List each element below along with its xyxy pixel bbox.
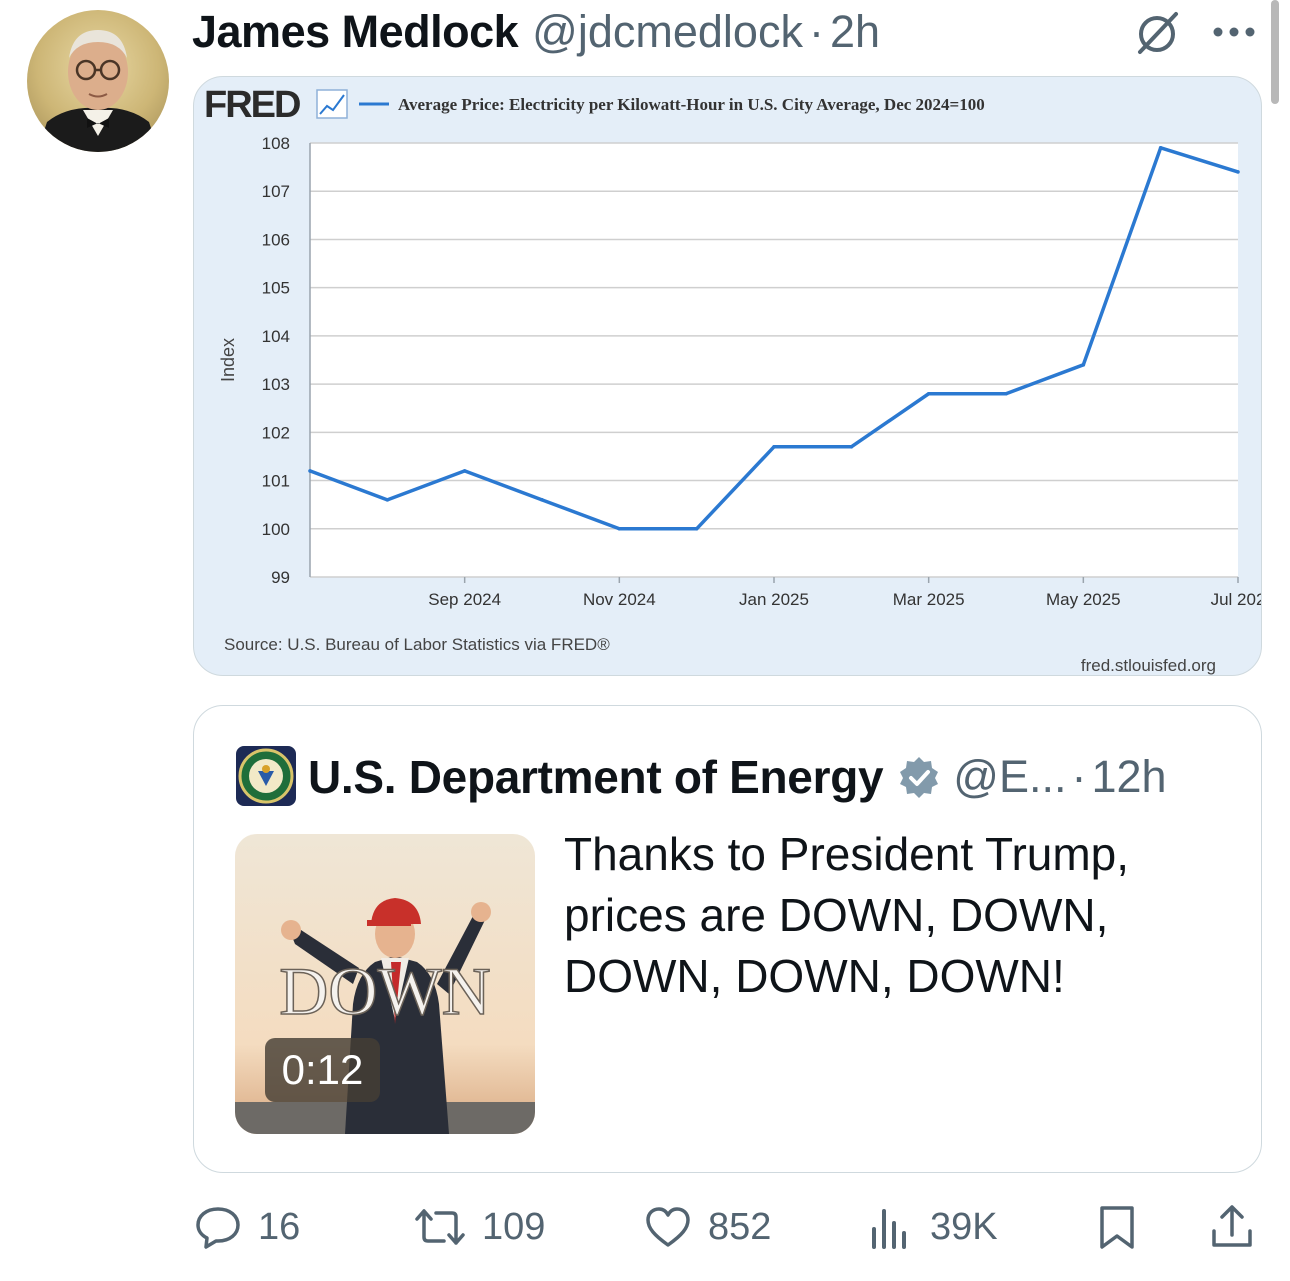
views-button[interactable]: 39K [866, 1195, 998, 1259]
grok-icon[interactable] [1132, 10, 1182, 56]
video-thumbnail[interactable]: DOWN 0:12 [235, 834, 535, 1134]
reply-button[interactable]: 16 [194, 1195, 300, 1259]
repost-icon [415, 1209, 465, 1245]
quoted-time[interactable]: 12h [1091, 751, 1166, 803]
chart-source: Source: U.S. Bureau of Labor Statistics … [224, 635, 610, 654]
x-tick-label: Jul 202 [1211, 590, 1262, 609]
y-tick-label: 99 [271, 568, 290, 587]
more-icon[interactable] [1210, 14, 1258, 50]
share-icon [1212, 1205, 1252, 1247]
fred-chart: FRED Average Price: Electricity per Kilo… [204, 84, 1262, 675]
verified-badge-icon[interactable] [897, 755, 941, 799]
repost-button[interactable]: 109 [414, 1195, 545, 1259]
author-name[interactable]: James Medlock [192, 6, 519, 58]
data-point [772, 445, 776, 449]
x-tick-label: Nov 2024 [583, 590, 656, 609]
y-axis-label: Index [218, 338, 238, 382]
data-point [385, 498, 390, 502]
data-point [462, 469, 467, 473]
reply-icon [196, 1207, 240, 1249]
tweet-action-bar: 16 109 852 39K [0, 1195, 1290, 1259]
quoted-tweet-text: Thanks to President Trump, prices are DO… [564, 828, 1130, 1002]
bookmark-button[interactable] [1093, 1195, 1141, 1259]
y-tick-label: 105 [262, 279, 290, 298]
y-tick-label: 106 [262, 230, 290, 249]
doe-seal-icon[interactable] [236, 746, 296, 806]
data-point [617, 526, 622, 531]
quoted-author-name[interactable]: U.S. Department of Energy [308, 750, 884, 804]
bookmark-icon [1100, 1206, 1134, 1249]
chart-url: fred.stlouisfed.org [1081, 656, 1216, 675]
x-tick-label: Mar 2025 [893, 590, 965, 609]
y-tick-label: 100 [262, 520, 290, 539]
views-icon [872, 1209, 906, 1249]
plot-area [310, 143, 1238, 577]
author-avatar[interactable] [27, 10, 169, 152]
video-caption: DOWN [279, 953, 491, 1029]
fred-brand: FRED [204, 84, 300, 126]
reply-count: 16 [258, 1205, 301, 1248]
x-tick-label: May 2025 [1046, 590, 1121, 609]
separator-dot: · [1071, 751, 1087, 802]
quoted-author-handle[interactable]: @E... [953, 751, 1066, 803]
scrollbar[interactable] [1271, 0, 1279, 104]
y-tick-label: 107 [262, 182, 290, 201]
author-handle[interactable]: @jdcmedlock [532, 6, 803, 58]
tweet-time[interactable]: 2h [830, 6, 880, 58]
quoted-header: U.S. Department of Energy @E... · 12h [308, 746, 1167, 808]
y-tick-label: 108 [262, 134, 290, 153]
data-point [926, 391, 931, 396]
data-point [694, 526, 699, 531]
data-point [1158, 146, 1163, 150]
y-tick-label: 103 [262, 375, 290, 394]
y-tick-label: 102 [262, 423, 290, 442]
data-point [308, 469, 312, 473]
y-tick-label: 104 [262, 327, 290, 346]
data-point [1081, 363, 1086, 367]
like-icon [646, 1207, 690, 1247]
views-count: 39K [930, 1205, 998, 1248]
like-button[interactable]: 852 [644, 1195, 771, 1259]
data-point [849, 445, 854, 449]
legend-label: Average Price: Electricity per Kilowatt-… [398, 95, 985, 114]
video-duration: 0:12 [265, 1038, 380, 1102]
x-tick-label: Jan 2025 [739, 590, 809, 609]
share-button[interactable] [1208, 1195, 1256, 1259]
data-point [1236, 170, 1240, 174]
data-point [540, 498, 544, 502]
quoted-tweet[interactable]: U.S. Department of Energy @E... · 12h DO… [193, 705, 1262, 1173]
chart-image-card[interactable]: FRED Average Price: Electricity per Kilo… [193, 76, 1262, 676]
repost-count: 109 [482, 1205, 546, 1248]
like-count: 852 [708, 1205, 772, 1248]
tweet-header: James Medlock @jdcmedlock · 2h [192, 6, 880, 58]
data-point [1004, 391, 1008, 396]
fred-logo-icon [316, 89, 348, 119]
separator-dot: · [808, 6, 824, 57]
x-tick-label: Sep 2024 [428, 590, 501, 609]
y-tick-label: 101 [262, 472, 290, 491]
